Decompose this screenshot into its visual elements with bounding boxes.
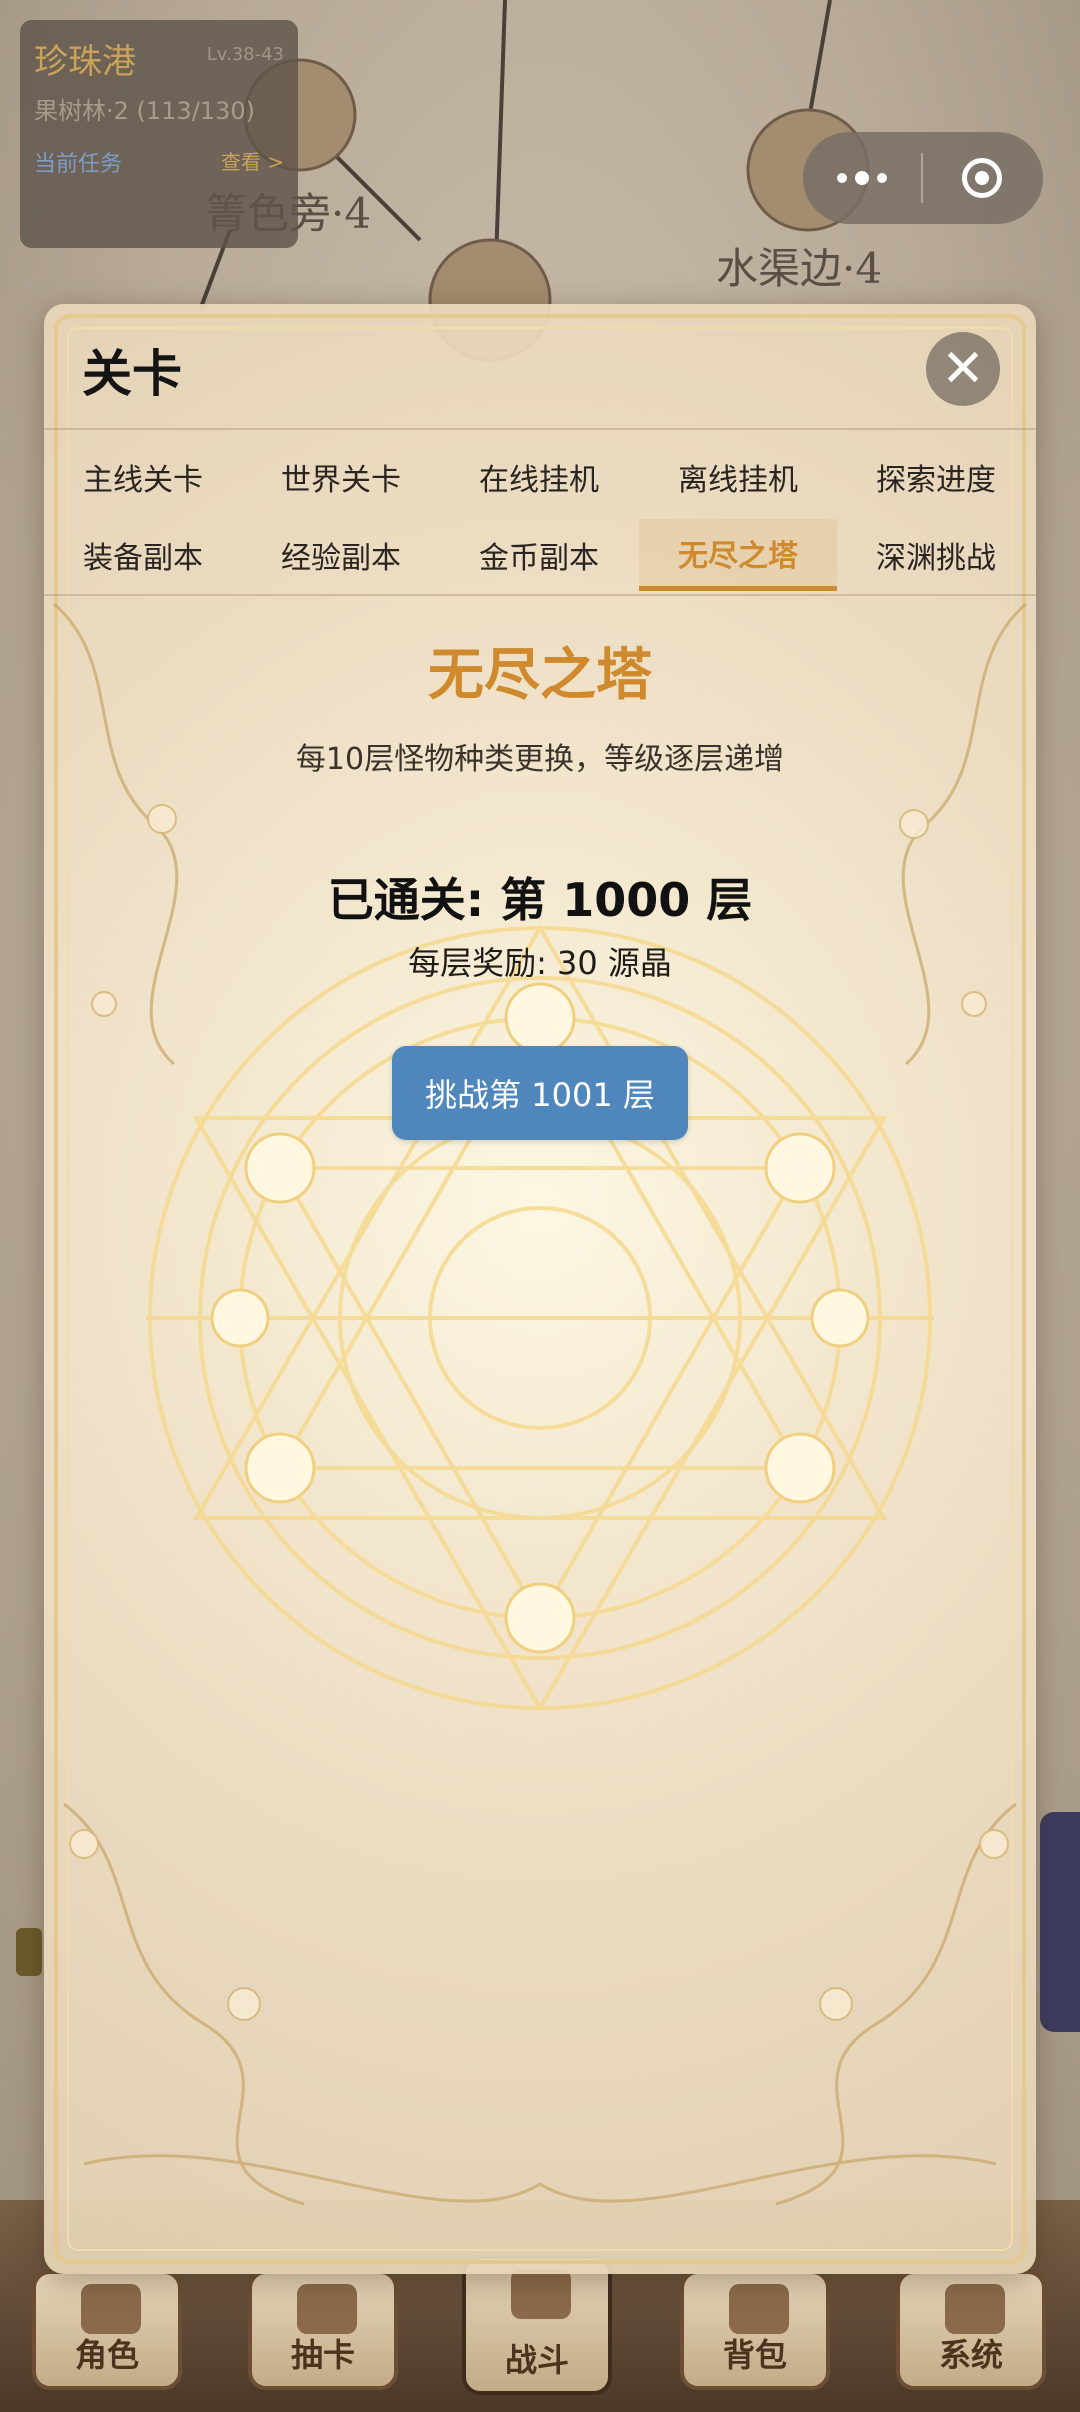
close-icon[interactable]: ✕ <box>926 332 1000 406</box>
cleared-floor-text: 已通关: 第 1000 层 <box>327 873 753 927</box>
tab-endless-tower[interactable]: 无尽之塔 <box>639 519 837 591</box>
nav-label: 战斗 <box>504 2341 569 2379</box>
stage-modal: 关卡 ✕ 主线关卡 世界关卡 在线挂机 离线挂机 探索进度 装备副本 经验副本 … <box>44 304 1036 2274</box>
nav-character[interactable]: 角色 <box>32 2270 182 2390</box>
tab-gold-dungeon[interactable]: 金币副本 <box>440 519 638 591</box>
battle-icon <box>511 2269 571 2319</box>
tab-exp-dungeon[interactable]: 经验副本 <box>242 519 440 591</box>
location-level: Lv.38-43 <box>206 44 284 65</box>
tab-world-stage[interactable]: 世界关卡 <box>242 441 440 513</box>
miniprogram-capsule <box>803 132 1043 224</box>
system-icon <box>945 2284 1005 2334</box>
tower-title: 无尽之塔 <box>428 643 652 708</box>
view-task-link[interactable]: 查看 > <box>221 146 284 175</box>
nav-label: 背包 <box>722 2336 787 2374</box>
bag-icon <box>729 2284 789 2334</box>
divider <box>44 428 1036 430</box>
location-card[interactable]: 珍珠港 Lv.38-43 果树林·2 (113/130) 当前任务 查看 > <box>20 20 298 248</box>
tower-description: 每10层怪物种类更换，等级逐层递增 <box>295 742 785 777</box>
target-circle-icon[interactable] <box>923 132 1041 224</box>
tab-abyss-challenge[interactable]: 深渊挑战 <box>837 519 1035 591</box>
floor-reward-text: 每层奖励: 30 源晶 <box>408 944 672 982</box>
nav-bag[interactable]: 背包 <box>680 2270 830 2390</box>
tab-equipment-dungeon[interactable]: 装备副本 <box>44 519 242 591</box>
nav-battle[interactable]: 战斗 <box>462 2255 612 2395</box>
tab-online-idle[interactable]: 在线挂机 <box>440 441 638 513</box>
nav-gacha[interactable]: 抽卡 <box>248 2270 398 2390</box>
nav-label: 角色 <box>74 2336 139 2374</box>
more-dots-icon[interactable] <box>803 132 921 224</box>
nav-system[interactable]: 系统 <box>896 2270 1046 2390</box>
tab-offline-idle[interactable]: 离线挂机 <box>639 441 837 513</box>
nav-label: 抽卡 <box>290 2336 355 2374</box>
close-glyph: ✕ <box>941 339 985 399</box>
magic-circle-decoration <box>146 924 934 1712</box>
location-subtitle: 果树林·2 (113/130) <box>34 97 255 125</box>
current-task-label: 当前任务 <box>34 152 123 177</box>
side-event-badge[interactable] <box>1040 1812 1080 2032</box>
divider <box>44 594 1036 596</box>
tab-exploration-progress[interactable]: 探索进度 <box>837 441 1035 513</box>
nav-label: 系统 <box>938 2336 1003 2374</box>
challenge-floor-button[interactable]: 挑战第 1001 层 <box>392 1046 688 1140</box>
gacha-icon <box>297 2284 357 2334</box>
tab-main-stage[interactable]: 主线关卡 <box>44 441 242 513</box>
modal-title: 关卡 <box>82 345 182 403</box>
map-node-label: 水渠边·4 <box>716 244 883 293</box>
left-badge[interactable] <box>16 1928 42 1976</box>
character-icon <box>81 2284 141 2334</box>
